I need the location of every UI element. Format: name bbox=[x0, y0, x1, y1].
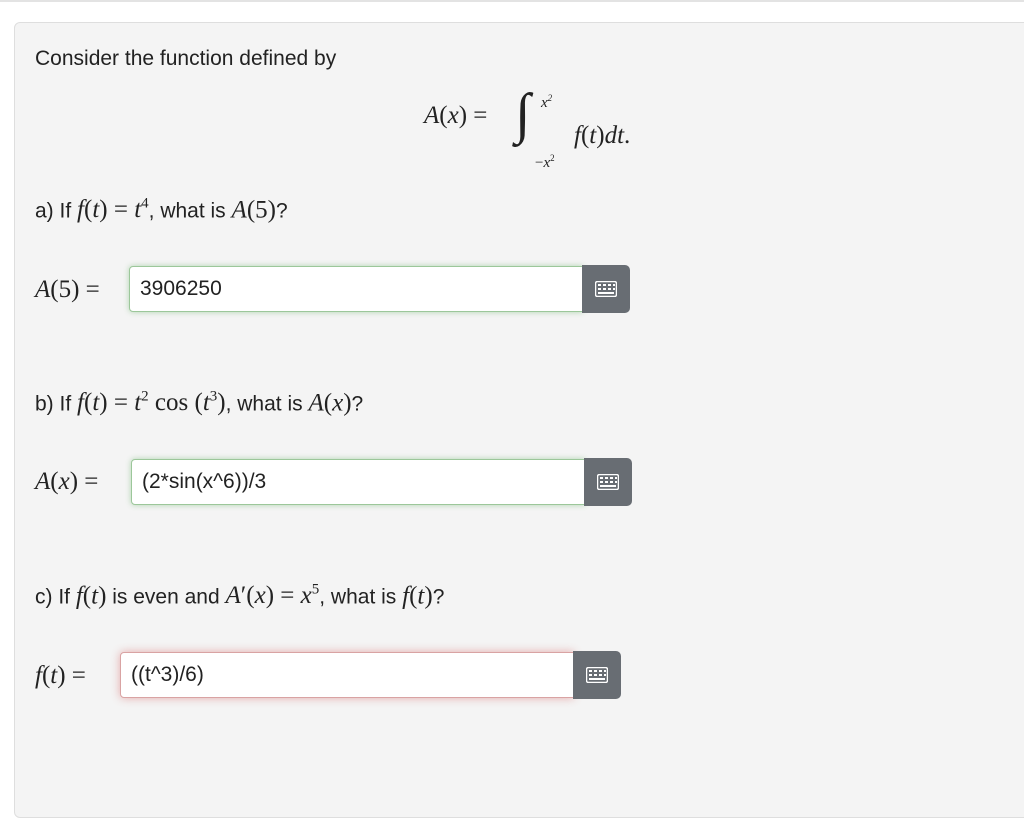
answer-b-label: A(x) = bbox=[35, 468, 99, 495]
intro-text: Consider the function defined by bbox=[35, 47, 337, 70]
answer-c-label: f(t) = bbox=[35, 662, 86, 689]
keyboard-button-c[interactable] bbox=[573, 651, 621, 699]
integral-sign: ∫ bbox=[515, 83, 531, 145]
answer-b-input[interactable]: (2*sin(x^6))/3 bbox=[131, 459, 585, 505]
question-a: a) If f(t) = t4, what is A(5)? bbox=[35, 196, 288, 224]
keyboard-button-a[interactable] bbox=[582, 265, 630, 313]
integrand: f(t)dt. bbox=[574, 122, 631, 149]
question-b: b) If f(t) = t2 cos (t3), what is A(x)? bbox=[35, 389, 364, 417]
upper-limit: x2 bbox=[541, 93, 553, 111]
definition-equation: A(x) = bbox=[424, 102, 488, 129]
keyboard-icon bbox=[586, 667, 608, 683]
answer-c-input[interactable]: ((t^3)/6) bbox=[120, 652, 574, 698]
keyboard-icon bbox=[595, 281, 617, 297]
top-divider bbox=[0, 0, 1024, 2]
lower-limit: −x2 bbox=[535, 153, 555, 171]
question-c: c) If f(t) is even and A′(x) = x5, what … bbox=[35, 582, 445, 610]
keyboard-button-b[interactable] bbox=[584, 458, 632, 506]
keyboard-icon bbox=[597, 474, 619, 490]
answer-a-label: A(5) = bbox=[35, 276, 100, 303]
answer-a-input[interactable]: 3906250 bbox=[129, 266, 583, 312]
